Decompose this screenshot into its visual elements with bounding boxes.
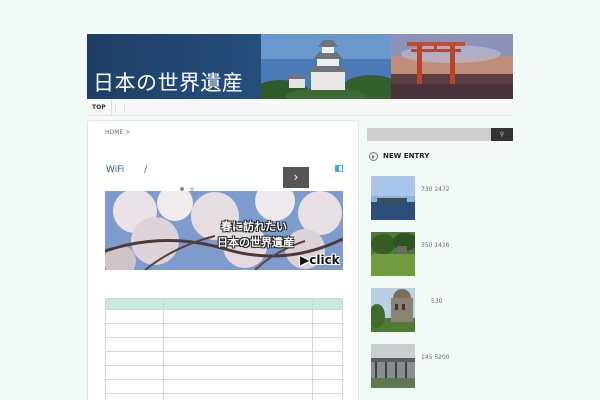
new-entry-item[interactable]: 350 1416 — [371, 232, 514, 276]
ad-banner-line1: 春に訪れたい — [221, 220, 287, 233]
table-cell — [312, 379, 343, 394]
table-header-cell — [105, 298, 164, 310]
new-entry-item[interactable]: 530 — [371, 288, 514, 332]
new-entry-item[interactable]: 145 5200 — [371, 344, 514, 388]
ad-wifi-text[interactable]: WiFi — [106, 165, 124, 175]
table-row — [105, 365, 343, 380]
table-cell — [105, 365, 164, 380]
search-input[interactable] — [367, 128, 491, 141]
banner-photo-collage — [261, 34, 513, 99]
entry-thumbnail[interactable] — [371, 344, 415, 388]
breadcrumb: HOME > — [105, 129, 130, 136]
info-table — [105, 298, 343, 400]
main-content: HOME > WiFi / › 春に訪れたい 日本の世界遺産 ▶click — [87, 120, 359, 400]
table-cell — [105, 379, 164, 394]
table-cell — [312, 365, 343, 380]
adchoices-icon[interactable] — [335, 165, 343, 172]
new-entry-item[interactable]: 730 2472 — [371, 176, 514, 220]
table-cell — [162, 393, 314, 400]
table-cell — [312, 351, 343, 366]
ad-banner-cherry-blossom[interactable]: 春に訪れたい 日本の世界遺産 ▶click — [105, 191, 343, 270]
table-cell — [312, 323, 343, 338]
table-cell — [105, 309, 164, 324]
nav-item-top[interactable]: TOP — [87, 100, 112, 116]
table-cell — [312, 337, 343, 352]
table-cell — [162, 323, 314, 338]
search-icon: ⚲ — [499, 131, 505, 138]
entry-meta: 730 2472 — [421, 186, 450, 193]
table-cell — [162, 365, 314, 380]
table-row — [105, 393, 343, 400]
new-entry-heading: NEW ENTRY — [369, 151, 513, 163]
table-header-cell — [162, 298, 314, 310]
table-row — [105, 337, 343, 352]
chevron-right-icon: › — [293, 170, 299, 184]
nav-divider — [124, 103, 125, 113]
entry-meta: 350 1416 — [421, 242, 450, 249]
header-banner[interactable]: 日本の世界遺産 — [87, 34, 513, 99]
global-nav: TOP — [87, 100, 513, 116]
table-cell — [312, 393, 343, 400]
ad-banner-line2: 日本の世界遺産 — [217, 236, 294, 249]
table-cell — [162, 309, 314, 324]
entry-thumbnail[interactable] — [371, 288, 415, 332]
ad-next-button[interactable]: › — [283, 167, 309, 188]
entry-thumbnail[interactable] — [371, 232, 415, 276]
entry-thumbnail[interactable] — [371, 176, 415, 220]
table-row — [105, 351, 343, 366]
breadcrumb-separator: > — [125, 129, 131, 136]
table-cell — [162, 351, 314, 366]
table-cell — [312, 309, 343, 324]
table-header-cell — [312, 298, 343, 310]
table-cell — [162, 379, 314, 394]
ad-click-label[interactable]: ▶click — [300, 253, 340, 267]
search-button[interactable]: ⚲ — [491, 128, 513, 141]
table-row — [105, 323, 343, 338]
site-title[interactable]: 日本の世界遺産 — [93, 67, 244, 97]
play-circle-icon — [369, 152, 378, 161]
table-cell — [105, 337, 164, 352]
table-header-row — [105, 298, 343, 310]
table-row — [105, 309, 343, 324]
new-entry-heading-text: NEW ENTRY — [383, 152, 430, 160]
ad-wifi-slash: / — [144, 165, 148, 175]
table-cell — [105, 351, 164, 366]
table-cell — [105, 323, 164, 338]
table-cell — [162, 337, 314, 352]
table-cell — [105, 393, 164, 400]
entry-meta: 145 5200 — [421, 354, 450, 361]
table-row — [105, 379, 343, 394]
breadcrumb-home-link[interactable]: HOME — [105, 129, 123, 136]
entry-meta: 530 — [431, 298, 443, 305]
nav-divider — [115, 103, 116, 113]
